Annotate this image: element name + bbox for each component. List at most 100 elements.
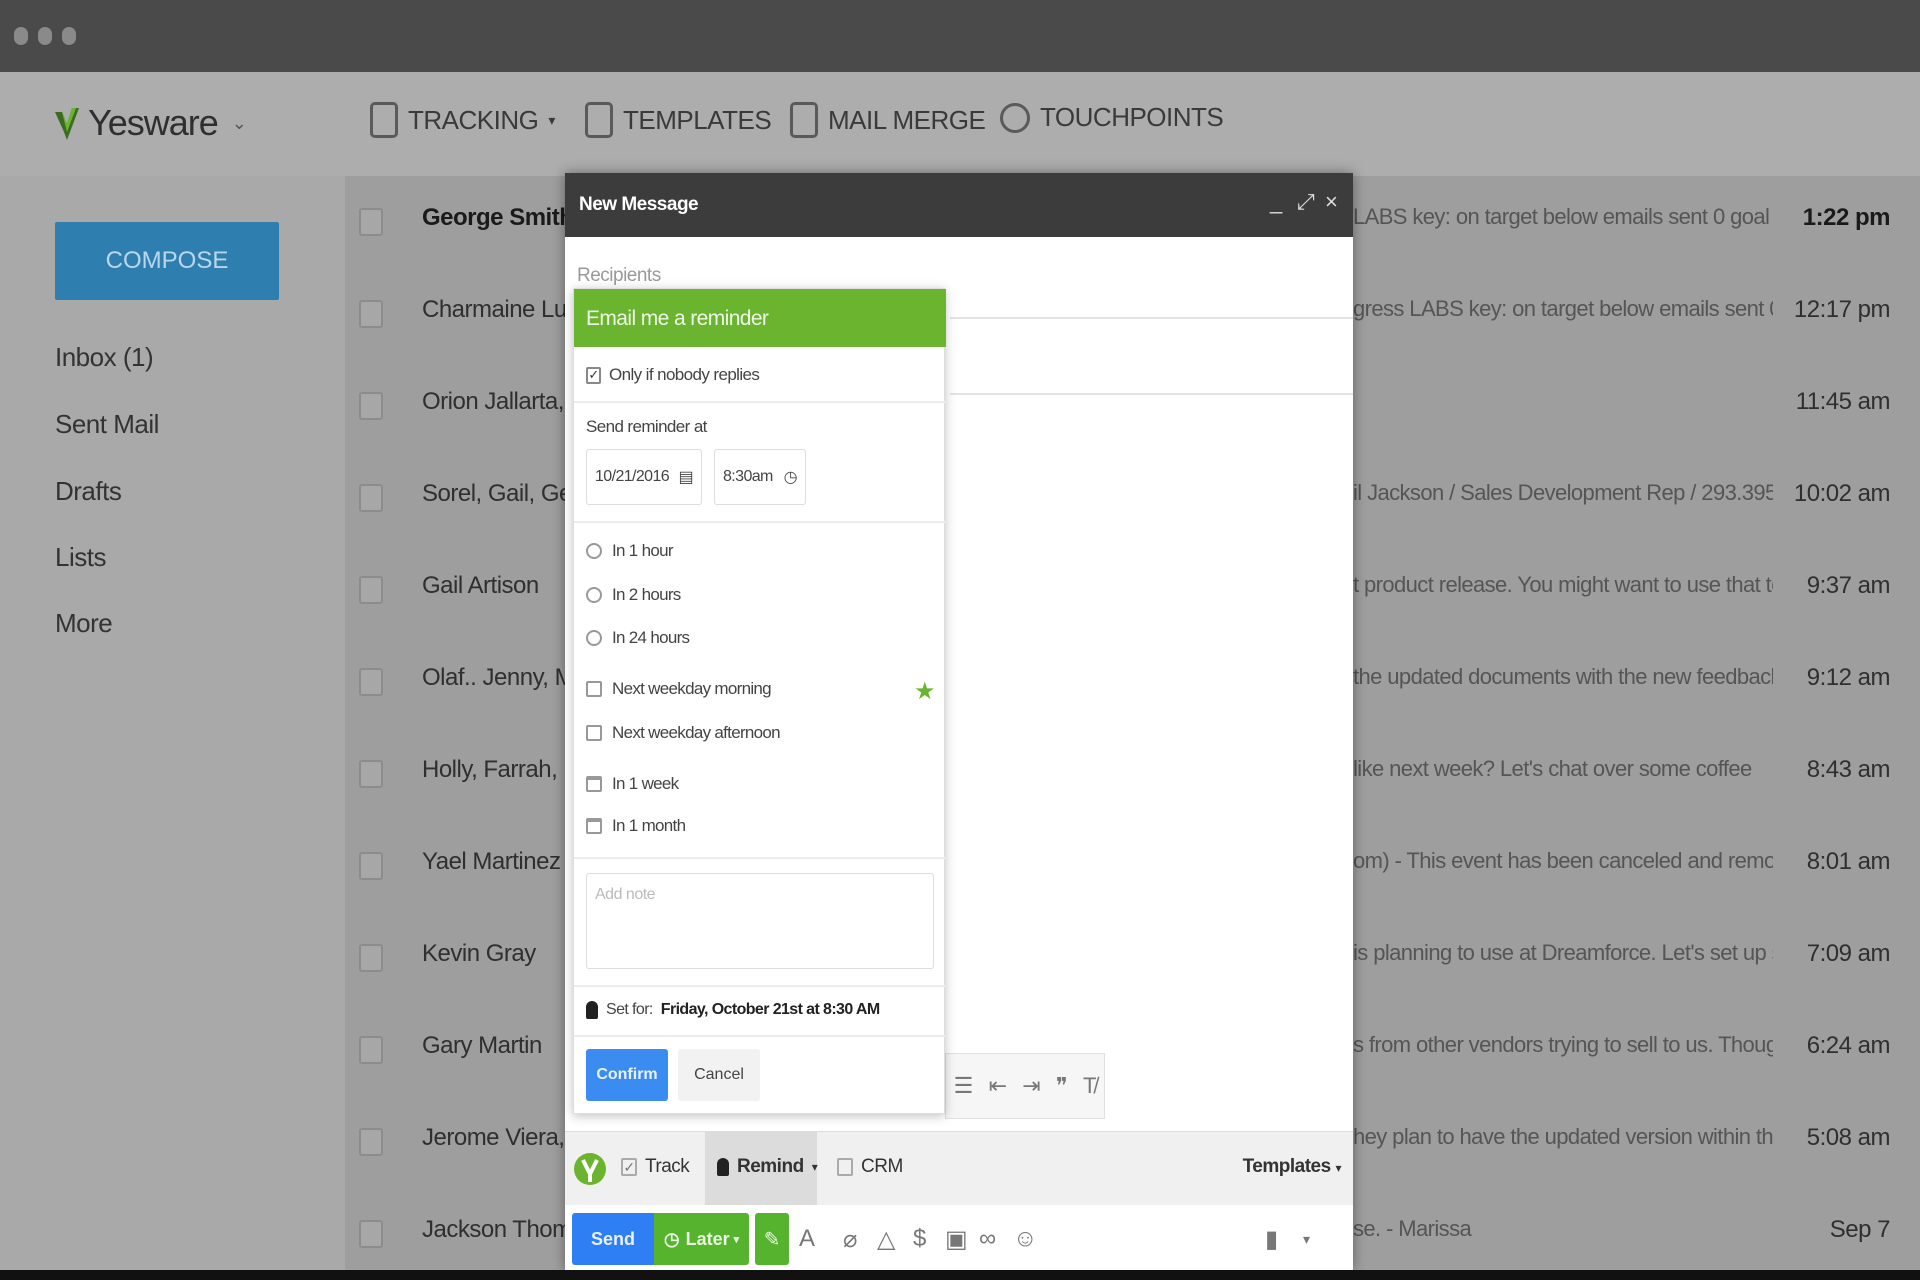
row-checkbox[interactable] <box>359 760 383 788</box>
briefcase-icon <box>586 725 602 741</box>
row-checkbox[interactable] <box>359 484 383 512</box>
email-sender: Gary Martin <box>422 1032 542 1059</box>
reminder-date-input[interactable]: 10/21/2016 ▤ <box>586 449 702 505</box>
only-if-nobody-replies-toggle[interactable]: ✓ Only if nobody replies <box>586 365 760 385</box>
option-label: Next weekday morning <box>612 679 772 698</box>
clear-formatting-icon[interactable]: T̸ <box>1083 1073 1096 1099</box>
window-minimize-button[interactable] <box>38 27 52 45</box>
option-in-2-hours[interactable]: In 2 hours <box>586 585 681 605</box>
expand-icon[interactable]: ⤢ <box>1297 189 1315 215</box>
email-snippet: il Jackson / Sales Development Rep / 293… <box>1353 480 1773 505</box>
window-close-button[interactable] <box>14 27 28 45</box>
image-icon[interactable]: ▣ <box>945 1225 968 1254</box>
nav-tracking-label: TRACKING <box>408 104 539 135</box>
reminder-time-input[interactable]: 8:30am ◷ <box>714 449 806 505</box>
crm-toggle[interactable]: CRM <box>837 1156 903 1178</box>
reminder-date-value: 10/21/2016 <box>595 468 670 485</box>
option-in-1-week[interactable]: In 1 week <box>586 774 679 794</box>
indent-more-icon[interactable]: ⇥ <box>1022 1073 1040 1099</box>
row-checkbox[interactable] <box>359 392 383 420</box>
nav-mail-merge[interactable]: MAIL MERGE <box>790 102 986 138</box>
set-for-label: Set for: <box>606 1001 653 1018</box>
divider <box>574 985 946 987</box>
email-snippet: s from other vendors trying to sell to u… <box>1353 1032 1773 1057</box>
trash-icon[interactable]: ▮ <box>1265 1225 1278 1254</box>
email-snippet: is planning to use at Dreamforce. Let's … <box>1353 940 1773 965</box>
row-checkbox[interactable] <box>359 576 383 604</box>
bulleted-list-icon[interactable]: ☰ <box>954 1073 974 1099</box>
option-in-1-month[interactable]: In 1 month <box>586 816 686 836</box>
sidebar-item-sent-mail[interactable]: Sent Mail <box>55 409 159 440</box>
cancel-button[interactable]: Cancel <box>678 1049 760 1101</box>
row-checkbox[interactable] <box>359 300 383 328</box>
pencil-icon[interactable]: ✎ <box>755 1213 789 1265</box>
track-checkbox[interactable]: ✓ <box>621 1158 637 1176</box>
email-time: 10:02 am <box>1793 480 1891 507</box>
chevron-down-icon: ▾ <box>811 1160 818 1174</box>
divider <box>950 317 1353 319</box>
indent-less-icon[interactable]: ⇤ <box>989 1073 1007 1099</box>
compose-button[interactable]: COMPOSE <box>55 222 279 300</box>
row-checkbox[interactable] <box>359 1128 383 1156</box>
row-checkbox[interactable] <box>359 1036 383 1064</box>
row-checkbox[interactable] <box>359 1220 383 1248</box>
sidebar: COMPOSE Inbox (1) Sent Mail Drafts Lists… <box>0 176 340 1270</box>
add-note-field[interactable]: Add note <box>586 873 934 969</box>
email-sender: Yael Martinez <box>422 848 561 875</box>
briefcase-icon <box>586 681 602 697</box>
sidebar-item-lists[interactable]: Lists <box>55 542 106 573</box>
confirm-button[interactable]: Confirm <box>586 1049 668 1101</box>
brand-menu[interactable]: Yesware ⌄ <box>52 102 247 144</box>
chevron-down-icon: ⌄ <box>231 112 247 133</box>
window-maximize-button[interactable] <box>62 27 76 45</box>
divider <box>574 401 946 403</box>
crm-checkbox[interactable] <box>837 1158 853 1176</box>
clock-icon <box>586 630 602 646</box>
emoji-icon[interactable]: ☺ <box>1013 1225 1038 1253</box>
option-in-1-hour[interactable]: In 1 hour <box>586 541 674 561</box>
quote-icon[interactable]: ❞ <box>1056 1073 1068 1099</box>
templates-dropdown[interactable]: Templates ▾ <box>1243 1156 1342 1178</box>
email-sender: George Smith <box>422 204 574 231</box>
send-later-button[interactable]: ◷ Later ▾ <box>654 1213 749 1265</box>
divider <box>574 1035 946 1037</box>
row-checkbox[interactable] <box>359 668 383 696</box>
link-icon[interactable]: ∞ <box>979 1225 996 1253</box>
remind-label: Remind <box>737 1156 804 1177</box>
row-checkbox[interactable] <box>359 208 383 236</box>
more-options-icon[interactable]: ▾ <box>1303 1231 1310 1248</box>
email-snippet: gress LABS key: on target below emails s… <box>1353 296 1773 321</box>
track-toggle[interactable]: ✓ Track <box>621 1156 690 1178</box>
sidebar-item-inbox[interactable]: Inbox (1) <box>55 342 154 373</box>
email-snippet: t product release. You might want to use… <box>1353 572 1773 597</box>
row-checkbox[interactable] <box>359 944 383 972</box>
remind-button[interactable]: Remind ▾ <box>705 1132 818 1206</box>
dollar-icon[interactable]: $ <box>913 1225 926 1253</box>
chevron-down-icon: ▾ <box>548 111 555 128</box>
option-next-weekday-morning[interactable]: Next weekday morning <box>586 679 772 699</box>
option-next-weekday-afternoon[interactable]: Next weekday afternoon <box>586 723 781 743</box>
email-sender: Olaf.. Jenny, Ma <box>422 664 587 691</box>
calendar-icon <box>586 776 602 792</box>
send-button[interactable]: Send <box>572 1213 654 1265</box>
row-checkbox[interactable] <box>359 852 383 880</box>
bell-icon <box>586 1001 598 1019</box>
send-toolbar: Send ◷ Later ▾ ✎ A ⌀ △ $ ▣ ∞ ☺ ▮ ▾ <box>565 1205 1353 1270</box>
sidebar-item-more[interactable]: More <box>55 608 113 639</box>
bell-icon <box>717 1158 729 1176</box>
close-icon[interactable]: × <box>1325 189 1338 215</box>
nav-tracking[interactable]: TRACKING ▾ <box>370 102 555 138</box>
clock-icon: ◷ <box>783 469 798 486</box>
only-if-checkbox[interactable]: ✓ <box>586 366 601 384</box>
minimize-icon[interactable]: _ <box>1270 189 1282 215</box>
nav-touchpoints[interactable]: TOUCHPOINTS <box>1000 102 1224 133</box>
drive-icon[interactable]: △ <box>877 1225 895 1254</box>
text-format-icon[interactable]: A <box>799 1225 815 1253</box>
recipients-field[interactable]: Recipients <box>577 265 661 287</box>
nav-templates[interactable]: TEMPLATES <box>585 102 772 138</box>
attach-icon[interactable]: ⌀ <box>843 1225 857 1254</box>
email-time: 9:37 am <box>1806 572 1891 599</box>
option-in-24-hours[interactable]: In 24 hours <box>586 628 690 648</box>
sidebar-item-drafts[interactable]: Drafts <box>55 476 122 507</box>
email-snippet: the updated documents with the new feedb… <box>1353 664 1773 689</box>
